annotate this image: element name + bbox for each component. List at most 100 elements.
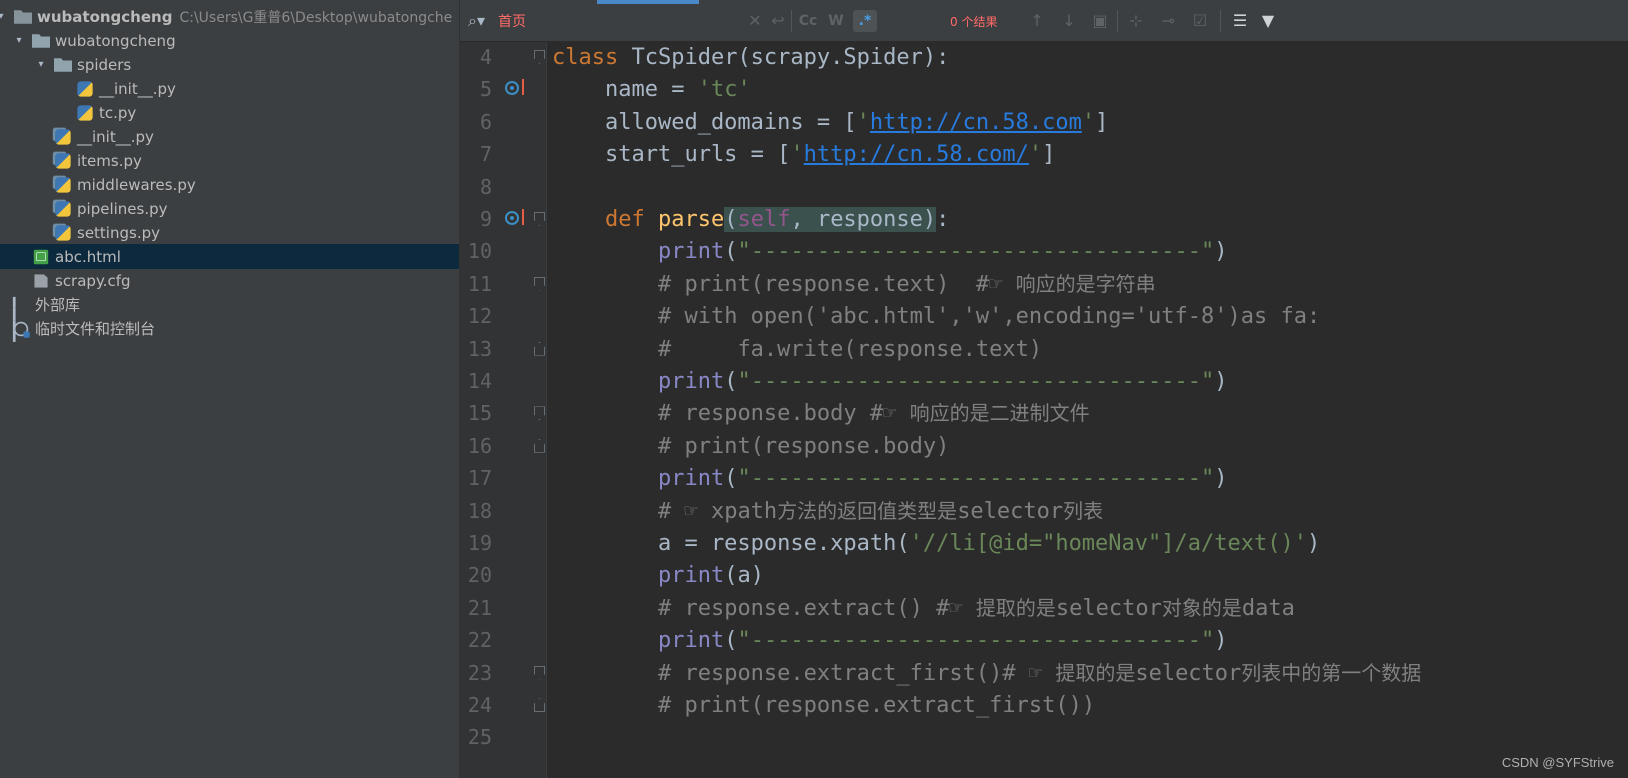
gutter-line[interactable]: 5 [460, 73, 546, 106]
python-file-icon [55, 176, 71, 193]
override-method-icon[interactable] [505, 209, 524, 225]
gutter-line[interactable]: 4 [460, 42, 546, 74]
search-icon[interactable]: ⌕▾ [468, 11, 485, 31]
gutter-line[interactable]: 19 [460, 527, 546, 560]
code-line[interactable]: # response.extract_first()# ☞ 提取的是select… [552, 657, 1421, 690]
tree-item[interactable]: __init__.py [0, 76, 459, 101]
tree-item[interactable]: items.py [0, 148, 459, 173]
tree-item[interactable]: scrapy.cfg [0, 268, 459, 293]
config-file-icon [34, 273, 48, 288]
gutter-line[interactable]: 22 [460, 624, 546, 657]
gutter-line[interactable]: 21 [460, 592, 546, 625]
code-line[interactable]: print("---------------------------------… [552, 235, 1228, 268]
match-case-button[interactable]: Cc [796, 10, 820, 32]
history-icon[interactable]: ↩ [766, 10, 790, 32]
gutter-line[interactable]: 7 [460, 138, 546, 171]
code-line[interactable]: allowed_domains = ['http://cn.58.com'] [552, 106, 1108, 139]
project-root-name: wubatongcheng [37, 7, 173, 26]
arrow-up-icon[interactable]: ↑ [1025, 10, 1049, 32]
gutter-line[interactable]: 14 [460, 365, 546, 398]
arrow-down-icon[interactable]: ↓ [1057, 10, 1081, 32]
gutter-line[interactable]: 8 [460, 171, 546, 204]
regex-button[interactable]: .* [853, 10, 877, 32]
fold-end-icon[interactable] [534, 438, 545, 453]
code-line[interactable]: print("---------------------------------… [552, 365, 1228, 398]
gutter-line[interactable]: 10 [460, 235, 546, 268]
gutter-line[interactable]: 25 [460, 721, 546, 754]
editor-gutter: 4 5 6 7 8 9 10 11 12 13 14 15 16 17 18 19 20 21 22 23 24 25 [460, 42, 546, 778]
tree-item-label: wubatongcheng [55, 31, 176, 50]
tree-item[interactable]: ▾ spiders [0, 52, 459, 77]
line-number: 7 [479, 142, 492, 167]
gutter-line[interactable]: 23 [460, 657, 546, 690]
toggle-filter-icon[interactable]: ☑ [1188, 10, 1212, 32]
fold-icon[interactable] [534, 50, 545, 64]
code-line[interactable]: a = response.xpath('//li[@id="homeNav"]/… [552, 527, 1320, 560]
filter-icon[interactable]: ▼ [1256, 10, 1280, 32]
code-line[interactable]: name = 'tc' [552, 73, 751, 106]
code-line[interactable]: print("---------------------------------… [552, 462, 1228, 495]
code-line[interactable]: # response.extract() #☞ 提取的是selector对象的是… [552, 592, 1295, 625]
tree-item[interactable]: tc.py [0, 100, 459, 125]
gutter-line[interactable]: 9 [460, 203, 546, 236]
separator [1220, 10, 1221, 32]
code-line[interactable]: # fa.write(response.text) [552, 333, 1042, 366]
fold-end-icon[interactable] [534, 341, 545, 356]
fold-icon[interactable] [534, 665, 545, 680]
gutter-line[interactable]: 15 [460, 397, 546, 430]
gutter-line[interactable]: 13 [460, 333, 546, 366]
tree-item[interactable]: __init__.py [0, 124, 459, 149]
gutter-line[interactable]: 18 [460, 495, 546, 528]
gutter-line[interactable]: 16 [460, 430, 546, 463]
code-line[interactable]: # response.body #☞ 响应的是二进制文件 [552, 397, 1090, 430]
code-line[interactable]: print("---------------------------------… [552, 624, 1228, 657]
tree-item-scratches[interactable]: 临时文件和控制台 [0, 316, 459, 341]
override-method-icon[interactable] [505, 79, 524, 96]
active-tab-indicator [597, 0, 699, 4]
code-line[interactable]: # print(response.text) #☞ 响应的是字符串 [552, 268, 1156, 301]
tree-item-project-root[interactable]: ▾ wubatongcheng C:\Users\G重普6\Desktop\wu… [0, 4, 459, 29]
code-line[interactable]: def parse(self, response): [552, 203, 949, 236]
tree-item[interactable]: ▾ wubatongcheng [0, 28, 459, 53]
tree-item-external-libraries[interactable]: 外部库 [0, 292, 459, 342]
find-input[interactable]: 首页 [498, 11, 526, 31]
python-file-icon [77, 104, 93, 121]
code-line[interactable]: # print(response.extract_first()) [552, 689, 1095, 722]
gutter-line[interactable]: 24 [460, 689, 546, 722]
tree-item-label: tc.py [99, 103, 137, 122]
chevron-down-icon[interactable]: ▾ [12, 34, 26, 48]
clear-icon[interactable]: ✕ [743, 10, 767, 32]
code-line[interactable]: print(a) [552, 559, 764, 592]
watermark: CSDN @SYFStrive [1501, 755, 1614, 770]
gutter-line[interactable]: 17 [460, 462, 546, 495]
line-number: 14 [467, 369, 492, 393]
code-line[interactable]: class TcSpider(scrapy.Spider): [552, 42, 949, 74]
code-line[interactable]: # ☞ xpath方法的返回值类型是selector列表 [552, 495, 1103, 528]
whole-words-button[interactable]: W [824, 10, 848, 32]
multiline-icon[interactable]: ☰ [1228, 10, 1252, 32]
add-filter-icon[interactable]: ⊹ [1124, 10, 1148, 32]
tree-item[interactable]: middlewares.py [0, 172, 459, 197]
code-area[interactable]: class TcSpider(scrapy.Spider): name = 't… [552, 42, 1622, 778]
gutter-line[interactable]: 11 [460, 268, 546, 301]
chevron-down-icon[interactable]: ▾ [34, 58, 48, 72]
code-line[interactable]: # with open('abc.html','w',encoding='utf… [552, 300, 1320, 333]
select-all-occurrences-icon[interactable]: ▣ [1088, 10, 1112, 32]
code-editor[interactable]: 4 5 6 7 8 9 10 11 12 13 14 15 16 17 18 19 20 21 22 23 24 25 c… [460, 42, 1628, 778]
line-number: 21 [467, 595, 492, 620]
fold-end-icon[interactable] [534, 698, 545, 712]
fold-icon[interactable] [534, 276, 545, 291]
tree-item-label: settings.py [77, 223, 160, 242]
gutter-line[interactable]: 6 [460, 106, 546, 139]
chevron-down-icon[interactable]: ▾ [0, 10, 8, 24]
gutter-line[interactable]: 12 [460, 300, 546, 333]
fold-icon[interactable] [534, 406, 545, 421]
fold-icon[interactable] [534, 212, 545, 226]
tree-item[interactable]: pipelines.py [0, 196, 459, 221]
code-line[interactable]: start_urls = ['http://cn.58.com/'] [552, 138, 1055, 171]
tree-item[interactable]: abc.html [0, 244, 459, 269]
remove-filter-icon[interactable]: ⊸ [1156, 10, 1180, 32]
tree-item[interactable]: settings.py [0, 220, 459, 245]
code-line[interactable]: # print(response.body) [552, 430, 949, 463]
gutter-line[interactable]: 20 [460, 559, 546, 592]
